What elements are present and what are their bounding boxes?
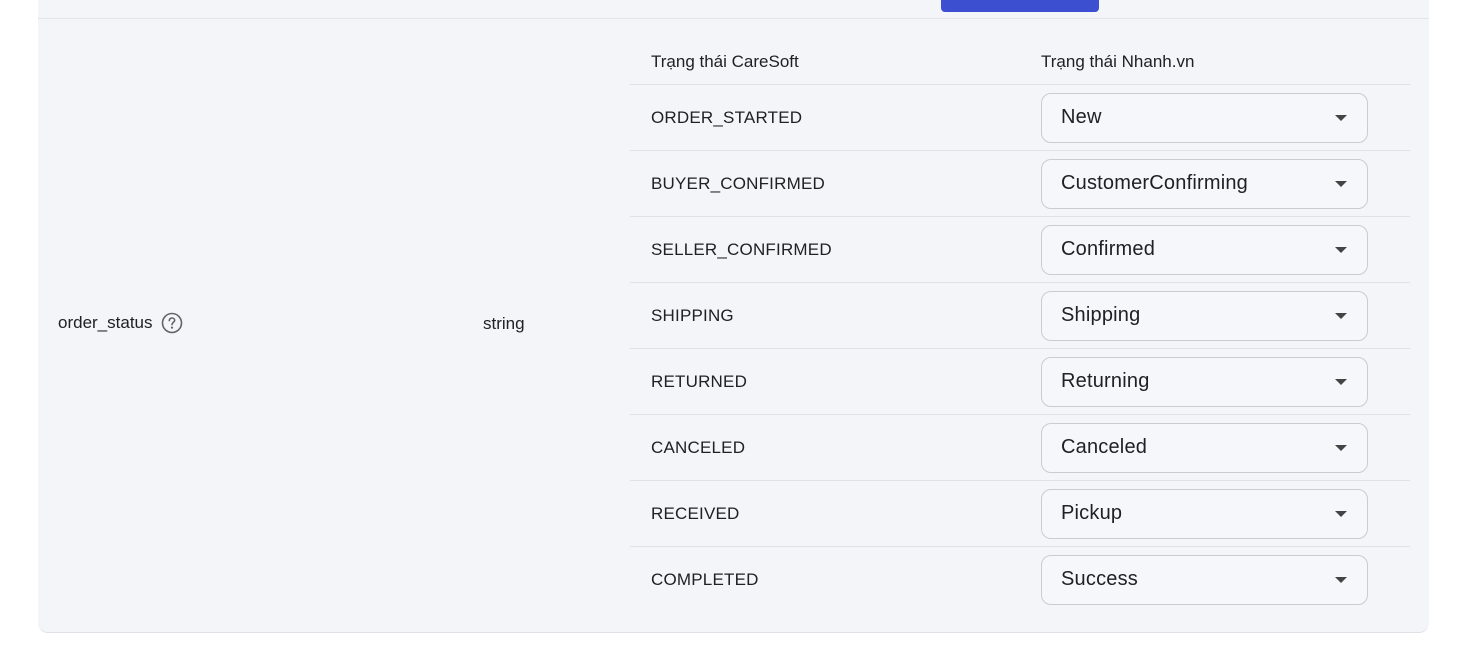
header-caresoft-status: Trạng thái CareSoft: [651, 52, 799, 71]
mapping-row: ORDER_STARTED New: [630, 85, 1410, 151]
select-value: CustomerConfirming: [1061, 172, 1248, 194]
caret-down-icon: [1335, 378, 1347, 385]
divider: [38, 18, 1429, 19]
caresoft-status: RECEIVED: [651, 503, 740, 523]
nhanh-status-select[interactable]: CustomerConfirming: [1041, 158, 1368, 209]
select-value: Returning: [1061, 370, 1150, 392]
mapping-header: Trạng thái CareSoft Trạng thái Nhanh.vn: [630, 40, 1410, 85]
nhanh-status-select[interactable]: Confirmed: [1041, 224, 1368, 275]
field-name-label: order_status: [58, 313, 153, 332]
caret-down-icon: [1335, 576, 1347, 583]
mapping-row: BUYER_CONFIRMED CustomerConfirming: [630, 151, 1410, 217]
primary-button[interactable]: [941, 0, 1099, 12]
mapping-row: SELLER_CONFIRMED Confirmed: [630, 217, 1410, 283]
nhanh-status-select[interactable]: Returning: [1041, 356, 1368, 407]
select-value: Confirmed: [1061, 238, 1156, 260]
caresoft-status: SHIPPING: [651, 305, 734, 325]
mapping-row: SHIPPING Shipping: [630, 283, 1410, 349]
select-value: Canceled: [1061, 436, 1148, 458]
status-mapping-table: Trạng thái CareSoft Trạng thái Nhanh.vn …: [630, 40, 1410, 612]
nhanh-status-select[interactable]: Shipping: [1041, 290, 1368, 341]
field-name-cell: order_status: [58, 312, 183, 334]
select-value: Success: [1061, 568, 1138, 590]
caret-down-icon: [1335, 180, 1347, 187]
nhanh-status-select[interactable]: New: [1041, 92, 1368, 143]
caret-down-icon: [1335, 114, 1347, 121]
nhanh-status-select[interactable]: Canceled: [1041, 422, 1368, 473]
caret-down-icon: [1335, 312, 1347, 319]
nhanh-status-select[interactable]: Success: [1041, 554, 1368, 605]
select-value: Pickup: [1061, 502, 1123, 524]
header-nhanh-status: Trạng thái Nhanh.vn: [1041, 52, 1195, 71]
select-value: Shipping: [1061, 304, 1141, 326]
caret-down-icon: [1335, 444, 1347, 451]
caresoft-status: RETURNED: [651, 371, 748, 391]
field-mapping-panel: order_status string Trạng thái CareSoft …: [38, 0, 1429, 633]
caresoft-status: ORDER_STARTED: [651, 107, 803, 127]
mapping-row: CANCELED Canceled: [630, 415, 1410, 481]
mapping-row: RECEIVED Pickup: [630, 481, 1410, 547]
caret-down-icon: [1335, 246, 1347, 253]
field-type-label: string: [483, 314, 525, 333]
caresoft-status: SELLER_CONFIRMED: [651, 239, 832, 259]
help-icon[interactable]: [161, 312, 183, 334]
nhanh-status-select[interactable]: Pickup: [1041, 488, 1368, 539]
select-value: New: [1061, 106, 1102, 128]
caret-down-icon: [1335, 510, 1347, 517]
mapping-row: COMPLETED Success: [630, 547, 1410, 612]
caresoft-status: CANCELED: [651, 437, 746, 457]
mapping-row: RETURNED Returning: [630, 349, 1410, 415]
caresoft-status: BUYER_CONFIRMED: [651, 173, 825, 193]
caresoft-status: COMPLETED: [651, 569, 759, 589]
